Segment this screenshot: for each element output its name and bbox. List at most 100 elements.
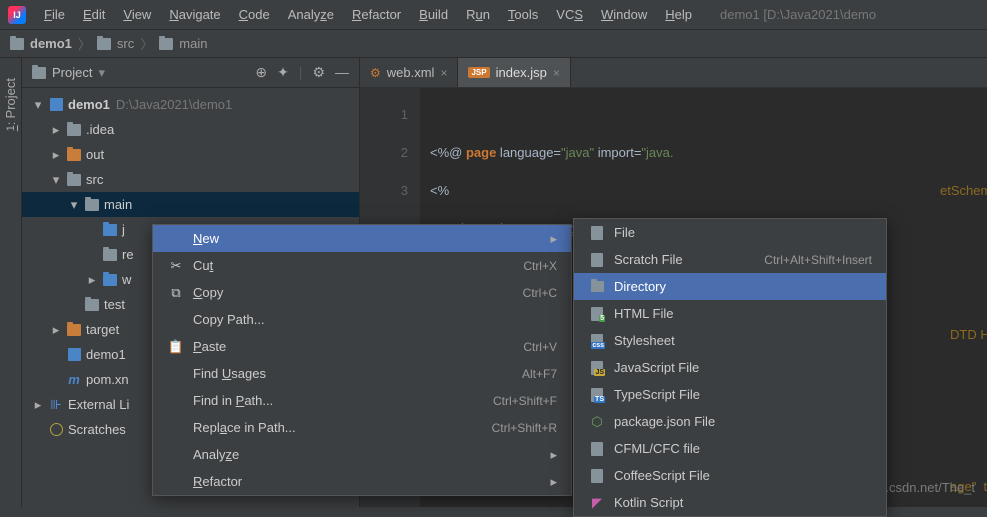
tree-label: re bbox=[122, 247, 134, 262]
expand-arrow-icon[interactable]: ▾ bbox=[50, 172, 62, 188]
cm-item-file[interactable]: File bbox=[574, 219, 886, 246]
menu-edit[interactable]: Edit bbox=[75, 3, 113, 26]
tree-item-out[interactable]: ▸ out bbox=[22, 142, 359, 167]
tree-label: test bbox=[104, 297, 125, 312]
menu-refactor[interactable]: Refactor bbox=[344, 3, 409, 26]
expand-arrow-icon[interactable]: ▸ bbox=[32, 397, 44, 413]
cm-item-cfml-file[interactable]: CFML/CFC file bbox=[574, 435, 886, 462]
scissors-icon: ✂ bbox=[167, 258, 185, 274]
cm-item-refactor[interactable]: Refactor ▸ bbox=[153, 468, 571, 495]
tree-root[interactable]: ▾ demo1 D:\Java2021\demo1 bbox=[22, 92, 359, 117]
expand-arrow-icon[interactable]: ▸ bbox=[50, 147, 62, 163]
folder-icon bbox=[103, 274, 117, 286]
cm-label: Copy Path... bbox=[193, 312, 557, 327]
cm-label: JavaScript File bbox=[614, 360, 872, 375]
cm-item-scratch-file[interactable]: Scratch File Ctrl+Alt+Shift+Insert bbox=[574, 246, 886, 273]
cm-label: CFML/CFC file bbox=[614, 441, 872, 456]
folder-icon bbox=[97, 38, 111, 50]
ts-icon: TS bbox=[591, 388, 603, 402]
menu-analyze[interactable]: Analyze bbox=[280, 3, 342, 26]
breadcrumb: demo1 〉 src 〉 main bbox=[0, 30, 987, 58]
expand-all-icon[interactable]: ✦ bbox=[277, 64, 289, 81]
breadcrumb-root[interactable]: demo1 bbox=[30, 36, 72, 51]
shortcut: Ctrl+Alt+Shift+Insert bbox=[764, 253, 872, 267]
editor-tabs: ⚙ web.xml × JSP index.jsp × bbox=[360, 58, 987, 88]
breadcrumb-leaf[interactable]: main bbox=[179, 36, 207, 51]
menu-help[interactable]: Help bbox=[657, 3, 700, 26]
cm-item-copy[interactable]: ⧉ Copy Ctrl+C bbox=[153, 279, 571, 306]
cm-item-analyze[interactable]: Analyze ▸ bbox=[153, 441, 571, 468]
folder-icon bbox=[67, 324, 81, 336]
cm-item-cut[interactable]: ✂ Cut Ctrl+X bbox=[153, 252, 571, 279]
menu-window[interactable]: Window bbox=[593, 3, 655, 26]
folder-icon bbox=[591, 281, 604, 292]
css-icon: css bbox=[591, 334, 603, 348]
tree-label: target bbox=[86, 322, 119, 337]
menu-file[interactable]: File bbox=[36, 3, 73, 26]
expand-arrow-icon[interactable]: ▾ bbox=[32, 97, 44, 113]
cm-item-kotlin-script[interactable]: ◤ Kotlin Script bbox=[574, 489, 886, 516]
xml-icon: ⚙ bbox=[370, 66, 381, 80]
cm-item-html-file[interactable]: 5 HTML File bbox=[574, 300, 886, 327]
cm-label: HTML File bbox=[614, 306, 872, 321]
cm-item-javascript-file[interactable]: JS JavaScript File bbox=[574, 354, 886, 381]
expand-arrow-icon[interactable]: ▾ bbox=[68, 197, 80, 213]
module-icon bbox=[68, 348, 81, 361]
menu-navigate[interactable]: Navigate bbox=[161, 3, 228, 26]
context-menu-main: New ▸ ✂ Cut Ctrl+X ⧉ Copy Ctrl+C Copy Pa… bbox=[152, 224, 572, 496]
cm-item-directory[interactable]: Directory bbox=[574, 273, 886, 300]
menu-code[interactable]: Code bbox=[231, 3, 278, 26]
html-icon: 5 bbox=[591, 307, 603, 321]
shortcut: Ctrl+Shift+F bbox=[493, 394, 557, 408]
cm-label: Kotlin Script bbox=[614, 495, 872, 510]
cm-item-package-json[interactable]: ⬡ package.json File bbox=[574, 408, 886, 435]
tree-path: D:\Java2021\demo1 bbox=[116, 97, 232, 112]
folder-icon bbox=[10, 38, 24, 50]
menu-run[interactable]: Run bbox=[458, 3, 498, 26]
project-pane-header: Project ▾ ⊕ ✦ | ⚙ — bbox=[22, 58, 359, 88]
cm-item-find-in-path[interactable]: Find in Path... Ctrl+Shift+F bbox=[153, 387, 571, 414]
tree-item-idea[interactable]: ▸ .idea bbox=[22, 117, 359, 142]
shortcut: Ctrl+C bbox=[523, 286, 557, 300]
tree-label: out bbox=[86, 147, 104, 162]
folder-icon bbox=[103, 224, 117, 236]
menu-tools[interactable]: Tools bbox=[500, 3, 546, 26]
pane-title-label: Project bbox=[52, 65, 92, 80]
expand-arrow-icon[interactable]: ▸ bbox=[50, 322, 62, 338]
tab-web-xml[interactable]: ⚙ web.xml × bbox=[360, 58, 458, 87]
side-tab-project[interactable]: 1: Project bbox=[3, 78, 18, 131]
tree-label: pom.xn bbox=[86, 372, 129, 387]
project-view-selector[interactable]: Project ▾ bbox=[32, 65, 255, 81]
coffee-icon bbox=[591, 469, 603, 483]
tab-label: web.xml bbox=[387, 65, 435, 80]
hide-icon[interactable]: — bbox=[335, 64, 349, 81]
menu-view[interactable]: View bbox=[115, 3, 159, 26]
cm-label: Directory bbox=[614, 279, 872, 294]
cm-item-stylesheet[interactable]: css Stylesheet bbox=[574, 327, 886, 354]
file-icon bbox=[591, 226, 603, 240]
cm-item-find-usages[interactable]: Find Usages Alt+F7 bbox=[153, 360, 571, 387]
ide-logo-icon: IJ bbox=[8, 6, 26, 24]
close-icon[interactable]: × bbox=[440, 66, 447, 80]
window-title-path: demo1 [D:\Java2021\demo bbox=[720, 7, 876, 22]
shortcut: Ctrl+X bbox=[523, 259, 557, 273]
close-icon[interactable]: × bbox=[553, 66, 560, 80]
tab-index-jsp[interactable]: JSP index.jsp × bbox=[458, 58, 570, 87]
cm-item-copy-path[interactable]: Copy Path... bbox=[153, 306, 571, 333]
expand-arrow-icon[interactable]: ▸ bbox=[86, 272, 98, 288]
tree-item-src[interactable]: ▾ src bbox=[22, 167, 359, 192]
tree-item-main[interactable]: ▾ main bbox=[22, 192, 359, 217]
menu-build[interactable]: Build bbox=[411, 3, 456, 26]
menu-vcs[interactable]: VCS bbox=[548, 3, 591, 26]
cm-item-typescript-file[interactable]: TS TypeScript File bbox=[574, 381, 886, 408]
cm-item-paste[interactable]: 📋 Paste Ctrl+V bbox=[153, 333, 571, 360]
breadcrumb-mid[interactable]: src bbox=[117, 36, 134, 51]
folder-icon bbox=[159, 38, 173, 50]
folder-icon bbox=[103, 249, 117, 261]
gear-icon[interactable]: ⚙ bbox=[312, 64, 325, 81]
locate-icon[interactable]: ⊕ bbox=[255, 64, 267, 81]
cm-item-new[interactable]: New ▸ bbox=[153, 225, 571, 252]
cm-item-replace-in-path[interactable]: Replace in Path... Ctrl+Shift+R bbox=[153, 414, 571, 441]
cm-item-coffeescript-file[interactable]: CoffeeScript File bbox=[574, 462, 886, 489]
expand-arrow-icon[interactable]: ▸ bbox=[50, 122, 62, 138]
